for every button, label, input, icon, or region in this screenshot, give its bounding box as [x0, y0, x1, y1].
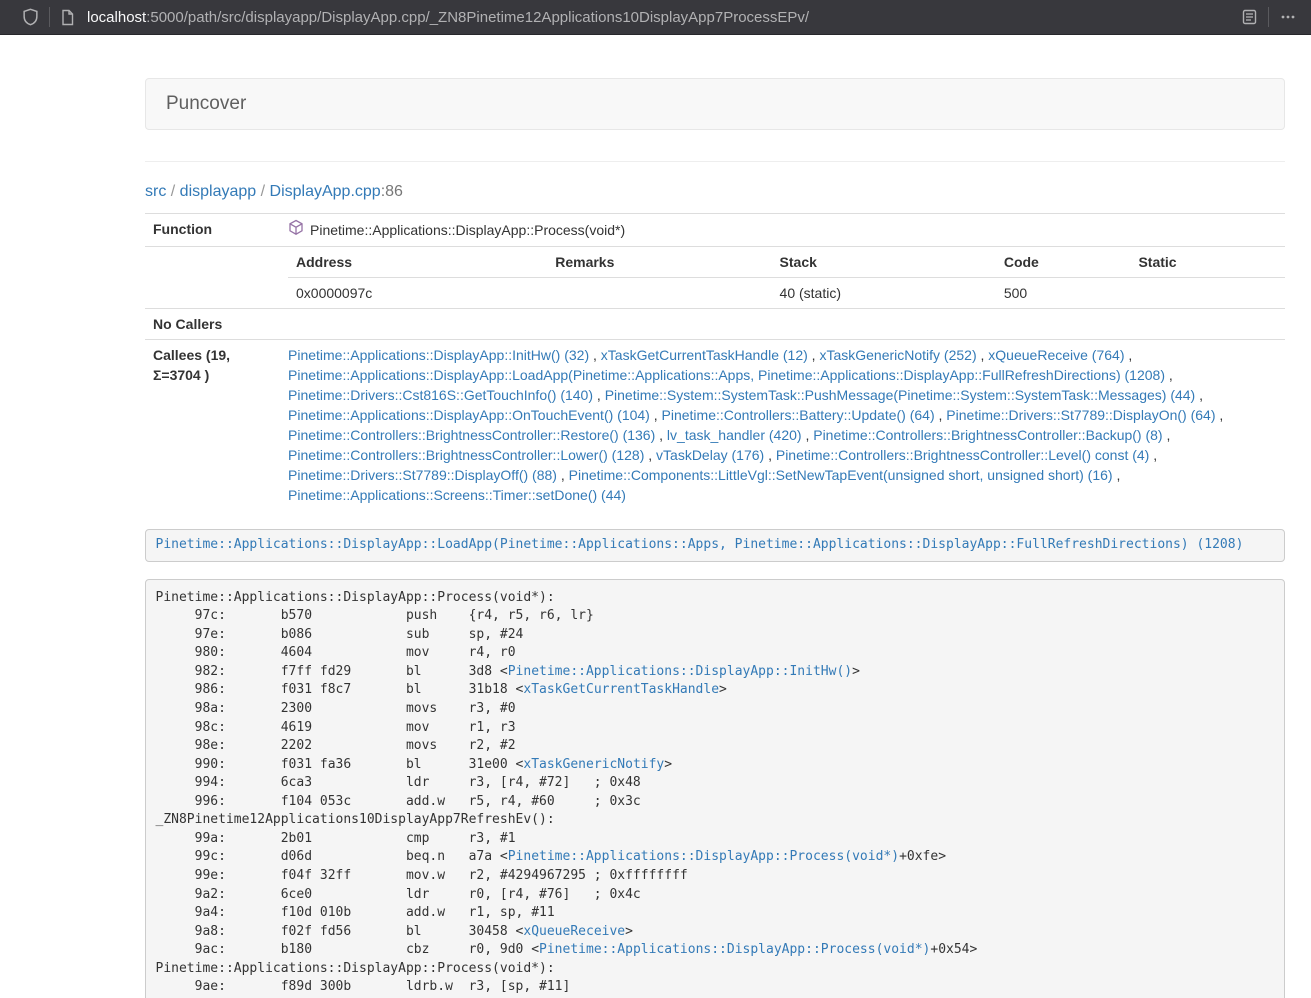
breadcrumb: src / displayapp / DisplayApp.cpp:86: [145, 181, 1285, 203]
no-callers-row: No Callers: [145, 309, 1285, 340]
breadcrumb-link[interactable]: DisplayApp.cpp: [270, 183, 381, 200]
callee-link[interactable]: Pinetime::Applications::Screens::Timer::…: [288, 487, 626, 503]
toolbar-divider: [49, 7, 50, 27]
callee-link[interactable]: Pinetime::Controllers::BrightnessControl…: [288, 427, 655, 443]
code-value: 500: [996, 278, 1131, 309]
callee-link[interactable]: Pinetime::Applications::DisplayApp::Load…: [288, 367, 1165, 383]
function-name: Pinetime::Applications::DisplayApp::Proc…: [310, 220, 625, 240]
breadcrumb-link[interactable]: displayapp: [180, 183, 257, 200]
selected-symbol-box: Pinetime::Applications::DisplayApp::Load…: [145, 529, 1285, 562]
asm-symbol-link[interactable]: Pinetime::Applications::DisplayApp::Init…: [508, 664, 852, 679]
browser-toolbar: localhost:5000/path/src/displayapp/Displ…: [0, 0, 1311, 35]
asm-symbol-link[interactable]: xQueueReceive: [523, 924, 625, 939]
url-path: :5000/path/src/displayapp/DisplayApp.cpp…: [146, 9, 809, 26]
menu-icon[interactable]: [1279, 8, 1297, 26]
callee-link[interactable]: xQueueReceive (764): [988, 347, 1124, 363]
stats-row: Address Remarks Stack Code Static 0x0000…: [145, 247, 1285, 309]
function-table: Function Pinetime::Applications::Display…: [145, 213, 1285, 510]
no-callers-label: No Callers: [145, 309, 280, 340]
callee-link[interactable]: Pinetime::Drivers::Cst816S::GetTouchInfo…: [288, 387, 593, 403]
page-icon: [60, 9, 75, 26]
callees-list: Pinetime::Applications::DisplayApp::Init…: [280, 340, 1285, 511]
remarks-value: [547, 278, 771, 309]
brand-link[interactable]: Puncover: [146, 93, 246, 115]
callee-link[interactable]: Pinetime::Drivers::St7789::DisplayOff() …: [288, 467, 557, 483]
col-header-code: Code: [996, 247, 1131, 278]
breadcrumb-separator: /: [256, 183, 269, 200]
asm-symbol-link[interactable]: xTaskGetCurrentTaskHandle: [523, 682, 719, 697]
table-row: 0x0000097c 40 (static) 500: [288, 278, 1285, 309]
callee-link[interactable]: Pinetime::Controllers::BrightnessControl…: [288, 447, 644, 463]
breadcrumb-separator: /: [166, 183, 179, 200]
col-header-remarks: Remarks: [547, 247, 771, 278]
callee-link[interactable]: Pinetime::Controllers::BrightnessControl…: [813, 427, 1162, 443]
asm-symbol-link[interactable]: Pinetime::Applications::DisplayApp::Proc…: [508, 849, 899, 864]
disassembly: Pinetime::Applications::DisplayApp::Proc…: [145, 579, 1285, 998]
breadcrumb-link[interactable]: src: [145, 183, 166, 200]
url-bar[interactable]: localhost:5000/path/src/displayapp/Displ…: [87, 9, 1241, 26]
divider: [145, 161, 1285, 162]
callee-link[interactable]: xTaskGetCurrentTaskHandle (12): [601, 347, 808, 363]
toolbar-divider: [1268, 7, 1269, 27]
callees-label: Callees (19, Σ=3704 ): [145, 340, 280, 511]
address-value: 0x0000097c: [288, 278, 547, 309]
callee-link[interactable]: vTaskDelay (176): [656, 447, 764, 463]
col-header-static: Static: [1130, 247, 1285, 278]
symbol-cube-icon: [288, 219, 304, 241]
page-content: Puncover src / displayapp / DisplayApp.c…: [145, 78, 1285, 998]
callee-link[interactable]: Pinetime::Controllers::Battery::Update()…: [662, 407, 935, 423]
selected-symbol-link[interactable]: Pinetime::Applications::DisplayApp::Load…: [156, 537, 1244, 552]
callees-row: Callees (19, Σ=3704 ) Pinetime::Applicat…: [145, 340, 1285, 511]
callee-link[interactable]: Pinetime::Drivers::St7789::DisplayOn() (…: [946, 407, 1215, 423]
function-row: Function Pinetime::Applications::Display…: [145, 214, 1285, 247]
breadcrumb-line-number: :86: [381, 183, 403, 200]
shield-icon[interactable]: [22, 8, 39, 26]
url-host: localhost: [87, 9, 146, 26]
callee-link[interactable]: Pinetime::Applications::DisplayApp::OnTo…: [288, 407, 650, 423]
static-value: [1130, 278, 1285, 309]
navbar: Puncover: [145, 78, 1285, 130]
callee-link[interactable]: Pinetime::Controllers::BrightnessControl…: [776, 447, 1149, 463]
col-header-address: Address: [288, 247, 547, 278]
callee-link[interactable]: Pinetime::Components::LittleVgl::SetNewT…: [569, 467, 1113, 483]
reader-mode-icon[interactable]: [1241, 8, 1258, 26]
function-label: Function: [145, 214, 280, 247]
col-header-stack: Stack: [772, 247, 996, 278]
asm-symbol-link[interactable]: xTaskGenericNotify: [523, 757, 664, 772]
callee-link[interactable]: Pinetime::Applications::DisplayApp::Init…: [288, 347, 589, 363]
callee-link[interactable]: lv_task_handler (420): [667, 427, 802, 443]
callee-link[interactable]: Pinetime::System::SystemTask::PushMessag…: [605, 387, 1196, 403]
stack-value: 40 (static): [772, 278, 996, 309]
stats-table: Address Remarks Stack Code Static 0x0000…: [288, 247, 1285, 308]
callee-link[interactable]: xTaskGenericNotify (252): [819, 347, 976, 363]
asm-symbol-link[interactable]: Pinetime::Applications::DisplayApp::Proc…: [539, 942, 930, 957]
